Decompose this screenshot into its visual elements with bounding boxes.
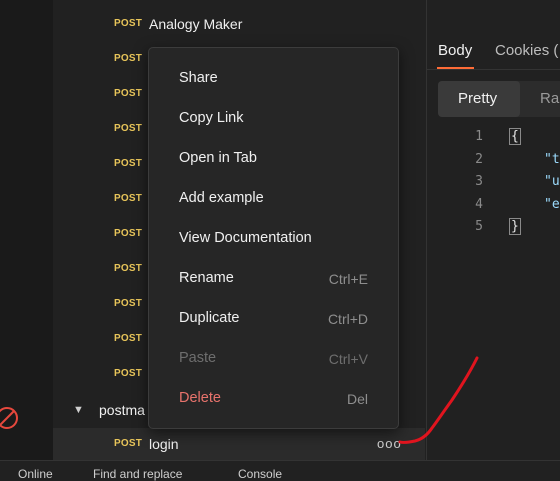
code-text: { xyxy=(509,128,521,145)
menu-item-rename[interactable]: Rename Ctrl+E xyxy=(149,259,398,299)
line-number: 4 xyxy=(475,196,483,212)
code-text: } xyxy=(509,218,521,235)
tab-body[interactable]: Body xyxy=(438,42,472,59)
view-mode-switch: Pretty Ra xyxy=(438,81,560,117)
left-strip xyxy=(0,0,53,475)
method-badge: POST xyxy=(114,438,143,449)
code-text: "e xyxy=(544,197,560,212)
method-badge: POST xyxy=(114,368,143,379)
menu-item-label: View Documentation xyxy=(179,230,312,246)
json-key: "u xyxy=(544,174,560,189)
json-key: "e xyxy=(544,196,560,212)
line-number: 5 xyxy=(475,219,483,234)
tab-cookies[interactable]: Cookies ( xyxy=(495,42,558,59)
method-badge: POST xyxy=(114,263,143,274)
view-pretty-label: Pretty xyxy=(458,90,498,107)
bracket-match: { xyxy=(509,128,521,145)
status-bar: Online Find and replace Console xyxy=(0,460,560,481)
code-line: 4 "e xyxy=(427,197,560,219)
menu-item-shortcut: Ctrl+E xyxy=(328,271,368,287)
menu-item-shortcut: Ctrl+D xyxy=(327,311,368,327)
code-text: "u xyxy=(544,174,560,189)
method-badge: POST xyxy=(114,88,143,99)
menu-item-add-example[interactable]: Add example xyxy=(149,179,398,219)
request-row[interactable]: POST Analogy Maker xyxy=(53,8,425,43)
menu-item-share[interactable]: Share xyxy=(149,59,398,99)
request-name: login xyxy=(149,436,179,452)
menu-item-label: Add example xyxy=(179,190,264,206)
method-badge: POST xyxy=(114,333,143,344)
context-menu: Share Copy Link Open in Tab Add example View… xyxy=(148,47,399,429)
menu-item-label: Paste xyxy=(179,350,217,366)
code-line: 3 "u xyxy=(427,174,560,196)
code-line: 1{ xyxy=(427,128,560,151)
code-text: "t xyxy=(544,152,560,167)
menu-item-shortcut: Del xyxy=(346,391,368,407)
console-button[interactable]: Console xyxy=(238,467,282,481)
method-badge: POST xyxy=(114,18,143,29)
code-line: 5} xyxy=(427,218,560,241)
view-pretty-button[interactable]: Pretty xyxy=(438,81,520,117)
response-panel: Body Cookies ( Pretty Ra 1{2 "t 3 "u 4 "e 5} xyxy=(427,0,560,460)
menu-item-label: Rename xyxy=(179,270,234,286)
method-badge: POST xyxy=(114,298,143,309)
line-number: 2 xyxy=(475,151,483,167)
method-badge: POST xyxy=(114,123,143,134)
no-sign-icon[interactable] xyxy=(0,406,19,430)
menu-item-open-in-tab[interactable]: Open in Tab xyxy=(149,139,398,179)
bracket-match: } xyxy=(509,218,521,235)
method-badge: POST xyxy=(114,158,143,169)
json-key: "t xyxy=(544,151,560,167)
chevron-down-icon[interactable]: ▼ xyxy=(73,404,84,416)
menu-item-duplicate[interactable]: Duplicate Ctrl+D xyxy=(149,299,398,339)
menu-item-label: Duplicate xyxy=(179,310,240,326)
menu-item-label: Share xyxy=(179,70,218,86)
menu-item-shortcut: Ctrl+V xyxy=(328,351,368,367)
method-badge: POST xyxy=(114,228,143,239)
more-horizontal-icon[interactable]: ooo xyxy=(377,436,402,451)
menu-item-delete[interactable]: Delete Del xyxy=(149,379,398,419)
request-name: Analogy Maker xyxy=(149,16,243,32)
menu-item-label: Open in Tab xyxy=(179,150,257,166)
request-row-selected[interactable]: POST login ooo xyxy=(53,428,425,462)
menu-item-view-documentation[interactable]: View Documentation xyxy=(149,219,398,259)
folder-name: postma xyxy=(99,402,145,418)
code-line: 2 "t xyxy=(427,152,560,174)
method-badge: POST xyxy=(114,53,143,64)
view-raw-button[interactable]: Ra xyxy=(540,90,559,107)
menu-item-label: Copy Link xyxy=(179,110,244,126)
online-status[interactable]: Online xyxy=(18,467,53,481)
tabs-divider xyxy=(427,69,560,70)
menu-item-label: Delete xyxy=(179,390,221,406)
line-number: 1 xyxy=(475,129,483,144)
find-replace-button[interactable]: Find and replace xyxy=(93,467,182,481)
line-number: 3 xyxy=(475,174,483,189)
menu-item-copy-link[interactable]: Copy Link xyxy=(149,99,398,139)
menu-item-paste[interactable]: Paste Ctrl+V xyxy=(149,339,398,379)
method-badge: POST xyxy=(114,193,143,204)
